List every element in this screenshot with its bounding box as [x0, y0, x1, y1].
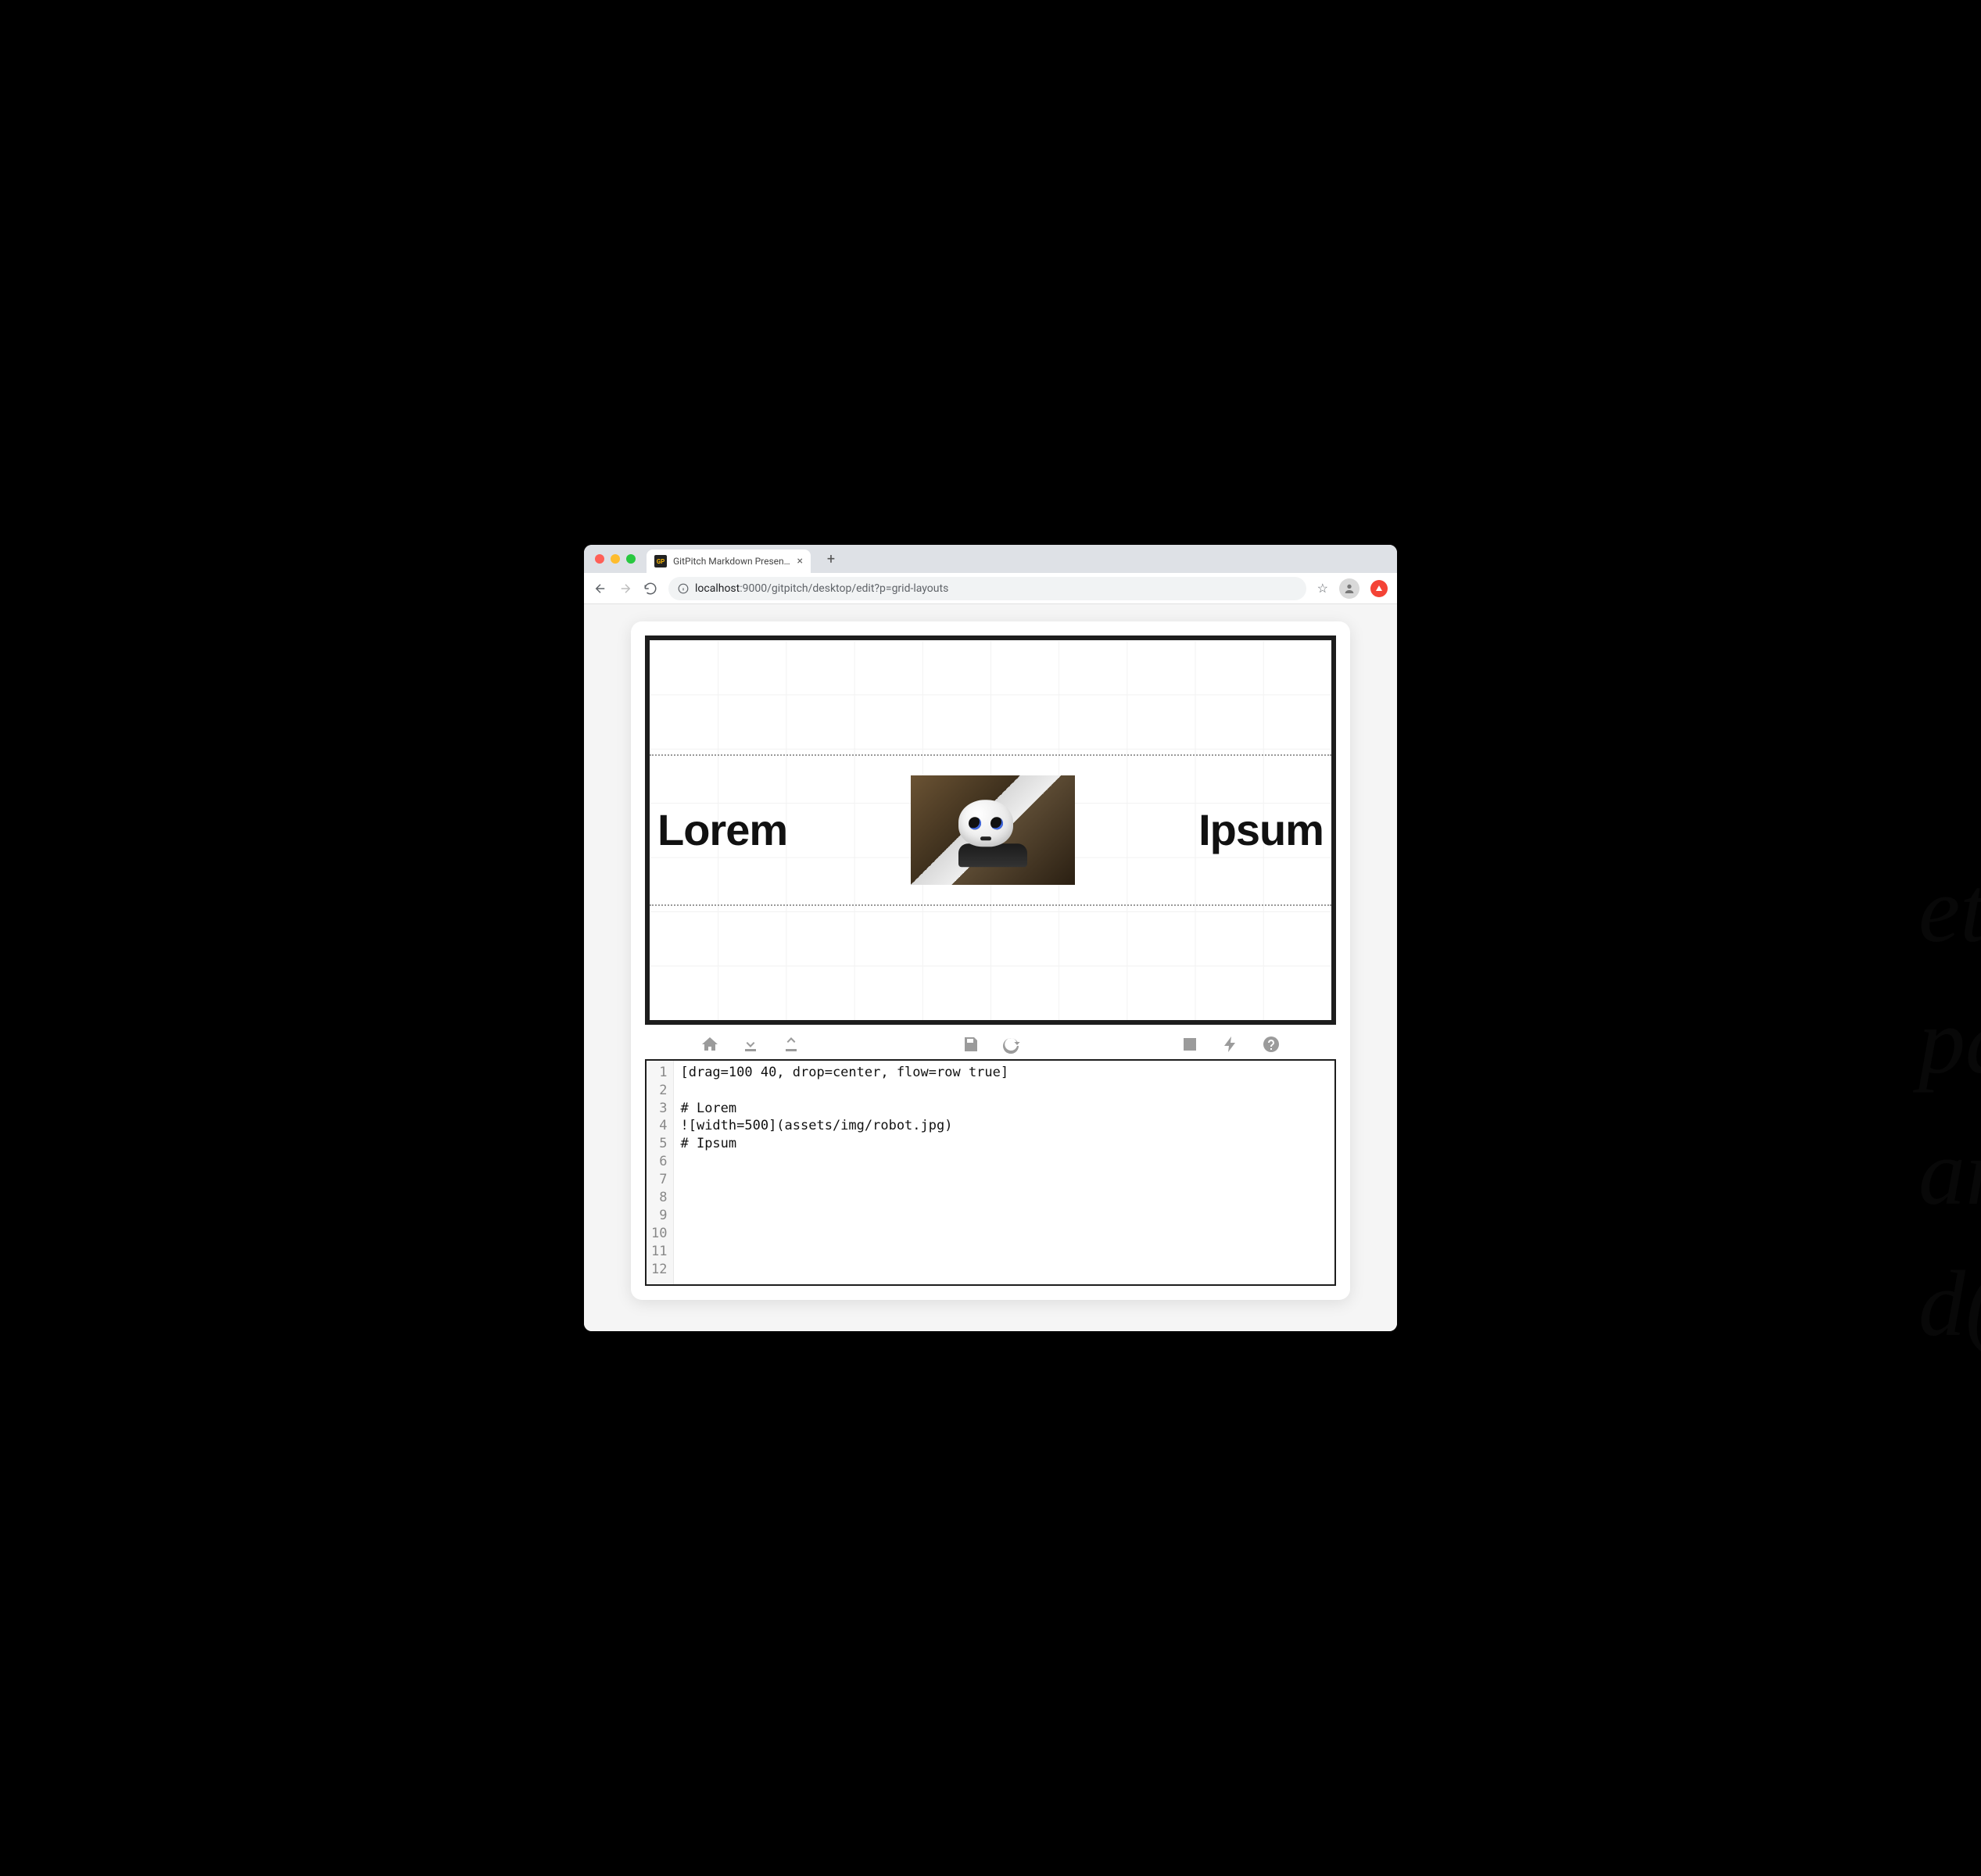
code-line[interactable]: [drag=100 40, drop=center, flow=row true… [680, 1064, 1328, 1082]
line-number: 10 [651, 1225, 667, 1243]
home-button[interactable] [700, 1034, 720, 1054]
save-button[interactable] [960, 1034, 980, 1054]
code-line[interactable]: # Lorem [680, 1100, 1328, 1118]
new-tab-button[interactable]: + [822, 550, 840, 568]
download-button[interactable] [740, 1034, 761, 1054]
nav-reload-button[interactable] [643, 582, 657, 596]
window-minimize-button[interactable] [611, 554, 620, 564]
refresh-button[interactable] [1001, 1034, 1021, 1054]
line-number: 7 [651, 1171, 667, 1189]
code-line[interactable] [680, 1261, 1328, 1279]
url-text: localhost:9000/gitpitch/desktop/edit?p=g… [695, 582, 948, 595]
upload-button[interactable] [781, 1034, 801, 1054]
code-line[interactable]: # Ipsum [680, 1135, 1328, 1153]
extension-icon[interactable] [1370, 580, 1388, 597]
tab-title: GitPitch Markdown Presentatio [673, 556, 791, 567]
tab-close-button[interactable]: × [797, 555, 803, 567]
profile-avatar-button[interactable] [1339, 578, 1359, 599]
code-line[interactable] [680, 1225, 1328, 1243]
slide-heading-left: Lorem [657, 804, 787, 855]
slide-heading-right: Ipsum [1198, 804, 1324, 855]
address-bar: localhost:9000/gitpitch/desktop/edit?p=g… [584, 573, 1397, 604]
line-number: 5 [651, 1135, 667, 1153]
line-number: 3 [651, 1100, 667, 1118]
editor-toolbar [645, 1025, 1336, 1059]
code-line[interactable] [680, 1189, 1328, 1207]
line-number: 11 [651, 1243, 667, 1261]
window-close-button[interactable] [595, 554, 604, 564]
code-line[interactable] [680, 1207, 1328, 1225]
line-number: 6 [651, 1153, 667, 1171]
code-editor[interactable]: 123456789101112 [drag=100 40, drop=cente… [645, 1059, 1336, 1286]
slide-drop-region: Lorem Ipsum [650, 754, 1331, 906]
present-button[interactable] [1180, 1034, 1200, 1054]
code-line[interactable] [680, 1153, 1328, 1171]
slide-preview[interactable]: Lorem Ipsum [645, 635, 1336, 1024]
tab-bar: GP GitPitch Markdown Presentatio × + [584, 545, 1397, 573]
info-icon [678, 583, 689, 594]
tab-favicon: GP [654, 555, 667, 567]
bookmark-star-icon[interactable]: ☆ [1317, 581, 1328, 596]
flash-button[interactable] [1220, 1034, 1241, 1054]
page-body: Lorem Ipsum [584, 604, 1397, 1330]
line-number: 4 [651, 1117, 667, 1135]
editor-gutter: 123456789101112 [647, 1061, 674, 1284]
window-maximize-button[interactable] [626, 554, 636, 564]
browser-window: GP GitPitch Markdown Presentatio × + loc… [584, 545, 1397, 1330]
line-number: 12 [651, 1261, 667, 1279]
nav-forward-button[interactable] [618, 582, 632, 596]
line-number: 8 [651, 1189, 667, 1207]
line-number: 9 [651, 1207, 667, 1225]
code-line[interactable] [680, 1171, 1328, 1189]
code-line[interactable] [680, 1243, 1328, 1261]
app-card: Lorem Ipsum [631, 621, 1350, 1299]
browser-tab[interactable]: GP GitPitch Markdown Presentatio × [647, 550, 811, 573]
url-field[interactable]: localhost:9000/gitpitch/desktop/edit?p=g… [668, 577, 1306, 600]
window-controls [595, 554, 636, 564]
code-line[interactable]: ![width=500](assets/img/robot.jpg) [680, 1117, 1328, 1135]
nav-back-button[interactable] [593, 582, 607, 596]
code-line[interactable] [680, 1082, 1328, 1100]
line-number: 2 [651, 1082, 667, 1100]
line-number: 1 [651, 1064, 667, 1082]
help-button[interactable] [1261, 1034, 1281, 1054]
editor-code[interactable]: [drag=100 40, drop=center, flow=row true… [674, 1061, 1334, 1284]
slide-image [911, 775, 1075, 885]
